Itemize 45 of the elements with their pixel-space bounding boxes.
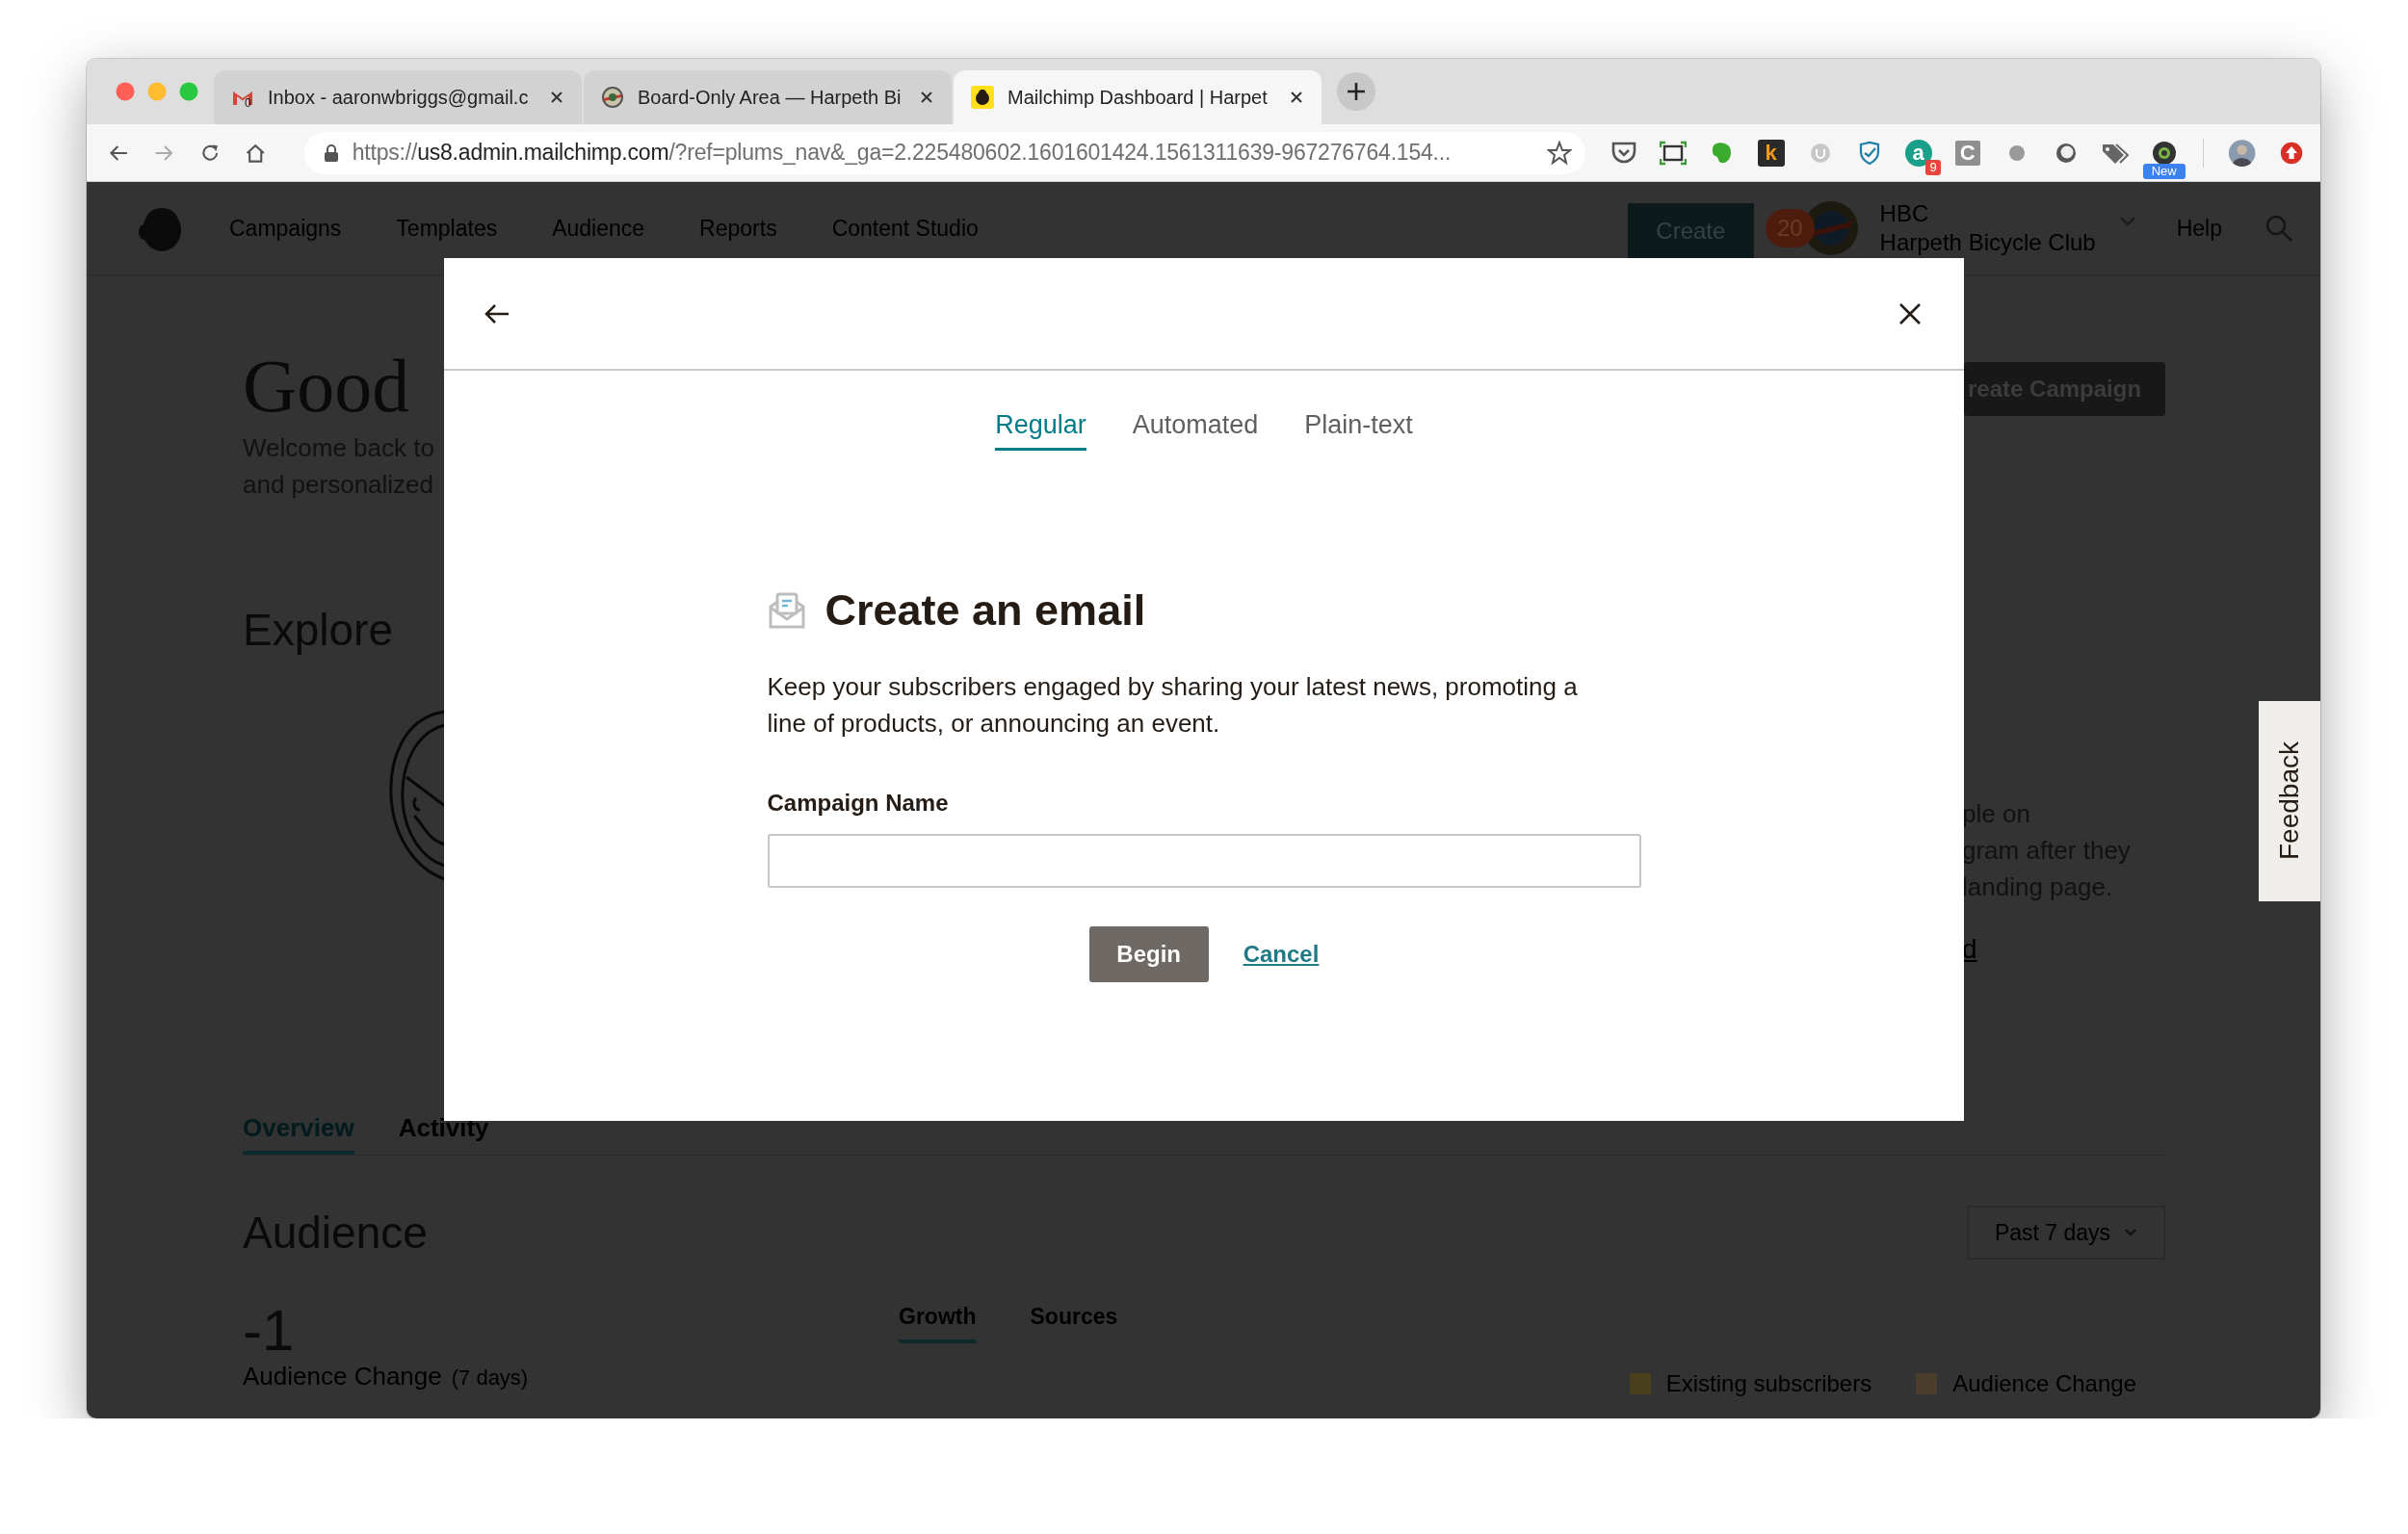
field-label: Campaign Name <box>767 790 950 817</box>
tab[interactable]: Automated <box>1132 410 1259 451</box>
feedback-tab[interactable]: Feedback <box>2259 701 2320 901</box>
tab-title: Board-Only Area — Harpeth Bi <box>638 86 903 109</box>
close-icon[interactable] <box>549 90 564 105</box>
club-logo-icon <box>601 86 624 109</box>
lock-icon <box>323 143 339 163</box>
extension-button[interactable]: k <box>1757 139 1785 167</box>
pocket-icon[interactable] <box>1610 140 1637 166</box>
notification-badge: 9 <box>1925 159 1941 175</box>
campaign-name-field[interactable] <box>767 834 1641 888</box>
browser-tab[interactable]: 0 Inbox - aaronwbriggs@gmail.c <box>214 70 582 124</box>
close-icon[interactable] <box>1289 90 1304 105</box>
notification-badge: New <box>2142 163 2186 179</box>
browser-tab[interactable]: Mailchimp Dashboard | Harpet <box>954 70 1322 124</box>
cancel-link[interactable]: Cancel <box>1243 941 1320 968</box>
extension-button[interactable]: C <box>1954 140 1980 166</box>
dialog-title: Create an email <box>824 585 1146 636</box>
logo-icon <box>971 86 994 109</box>
tab-title: Mailchimp Dashboard | Harpet <box>1008 86 1269 109</box>
tab[interactable]: Plain-text <box>1304 410 1413 451</box>
browser-tab[interactable]: Board-Only Area — Harpeth Bi <box>584 70 952 124</box>
window-control-icon <box>179 82 198 101</box>
envelope-icon <box>767 591 806 630</box>
address-bar[interactable]: https://us8.admin.mailchimp.com/?ref=plums_nav&_ga=2.225480602.1601601424.1561311639-967276764.154... <box>303 131 1585 174</box>
window-control-icon <box>147 82 167 101</box>
tab[interactable]: Regular <box>995 410 1086 451</box>
unread-count: 0 <box>245 97 251 109</box>
caret-icon <box>2124 1228 2138 1237</box>
bookmark-star-icon[interactable] <box>1546 140 1572 166</box>
ring-icon[interactable] <box>2054 141 2078 165</box>
begin-button[interactable]: Begin <box>1088 926 1209 982</box>
dot-icon[interactable] <box>2006 143 2027 163</box>
window-control-icon <box>116 82 135 101</box>
description-text: Keep your subscribers engaged by sharing your latest news, promoting a line of products, or announcing an event. <box>767 671 1579 740</box>
new-tab-button[interactable] <box>1337 72 1375 111</box>
plus-icon <box>1346 81 1367 102</box>
url-text: https://us8.admin.mailchimp.com/?ref=plums_nav&_ga=2.225480602.1601601424.1561311639-967276764.154... <box>352 140 1453 166</box>
close-icon[interactable] <box>1898 301 1922 325</box>
back-icon[interactable] <box>484 302 510 325</box>
screen-capture-icon[interactable] <box>1659 140 1687 166</box>
tag-icon[interactable] <box>2100 141 2130 165</box>
tab-title: Inbox - aaronwbriggs@gmail.c <box>268 86 530 109</box>
close-icon[interactable] <box>919 90 934 105</box>
camera-icon[interactable] <box>2150 140 2178 166</box>
